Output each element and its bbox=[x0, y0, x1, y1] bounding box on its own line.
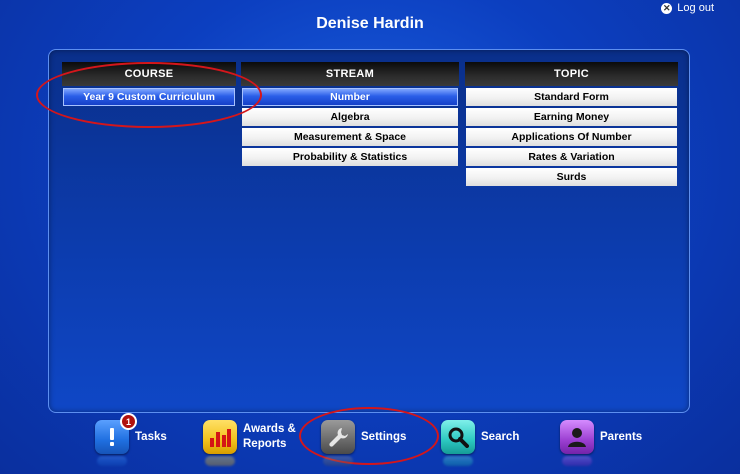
stream-header: STREAM bbox=[241, 62, 459, 86]
dock-search[interactable]: Search bbox=[441, 420, 519, 454]
tasks-icon: 1 bbox=[95, 413, 137, 454]
topic-header: TOPIC bbox=[465, 62, 678, 86]
close-icon: ✕ bbox=[661, 2, 673, 14]
logout-link[interactable]: ✕ Log out bbox=[661, 2, 714, 14]
search-icon bbox=[441, 420, 475, 454]
user-name: Denise Hardin bbox=[316, 15, 424, 32]
dock-parents[interactable]: Parents bbox=[560, 420, 642, 454]
dock-tasks[interactable]: 1 Tasks bbox=[95, 413, 167, 454]
topic-item-standard-form[interactable]: Standard Form bbox=[466, 88, 677, 106]
stream-item-measurement[interactable]: Measurement & Space bbox=[242, 128, 458, 146]
dock-parents-label: Parents bbox=[600, 430, 643, 443]
stream-item-probability[interactable]: Probability & Statistics bbox=[242, 148, 458, 166]
course-header: COURSE bbox=[62, 62, 236, 86]
course-column: COURSE Year 9 Custom Curriculum bbox=[62, 62, 236, 108]
stream-item-number[interactable]: Number bbox=[242, 88, 458, 106]
topic-item-rates[interactable]: Rates & Variation bbox=[466, 148, 677, 166]
dock-settings-label: Settings bbox=[361, 430, 407, 443]
bottom-dock: 1 Tasks Awards & Reports Settings Search… bbox=[0, 413, 740, 474]
topic-item-earning-money[interactable]: Earning Money bbox=[466, 108, 677, 126]
bar-chart-icon bbox=[203, 420, 237, 454]
logout-label: Log out bbox=[677, 2, 714, 14]
curriculum-panel: COURSE Year 9 Custom Curriculum STREAM N… bbox=[48, 49, 690, 413]
dock-settings[interactable]: Settings bbox=[321, 420, 406, 454]
topic-item-applications[interactable]: Applications Of Number bbox=[466, 128, 677, 146]
topic-column: TOPIC Standard Form Earning Money Applic… bbox=[465, 62, 678, 188]
dock-search-label: Search bbox=[481, 430, 520, 443]
dock-awards-label-line2: Reports bbox=[243, 438, 287, 450]
wrench-icon bbox=[321, 420, 355, 454]
stream-column: STREAM Number Algebra Measurement & Spac… bbox=[241, 62, 459, 168]
tasks-badge: 1 bbox=[120, 413, 137, 430]
dock-awards-reports[interactable]: Awards & Reports bbox=[203, 420, 296, 454]
dock-tasks-label: Tasks bbox=[135, 430, 167, 443]
stream-item-algebra[interactable]: Algebra bbox=[242, 108, 458, 126]
person-icon bbox=[560, 420, 594, 454]
course-item[interactable]: Year 9 Custom Curriculum bbox=[63, 88, 235, 106]
dock-awards-label-line1: Awards & bbox=[243, 423, 296, 435]
topic-item-surds[interactable]: Surds bbox=[466, 168, 677, 186]
